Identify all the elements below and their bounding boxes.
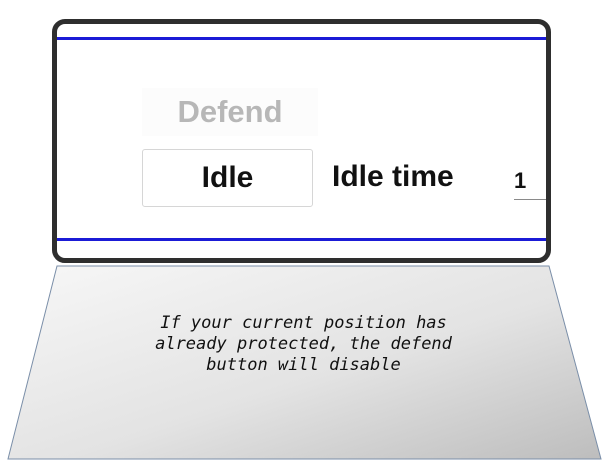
idle-button-label: Idle bbox=[201, 161, 254, 194]
panel-bottom-divider bbox=[57, 238, 546, 241]
stage: Defend Idle Idle time If your current po… bbox=[0, 0, 607, 469]
idle-time-label: Idle time bbox=[332, 160, 454, 193]
tooltip-line: already protected, the defend bbox=[155, 334, 452, 354]
tooltip-message: If your current position has already pro… bbox=[60, 313, 547, 376]
idle-button[interactable]: Idle bbox=[142, 149, 313, 207]
defend-button-label: Defend bbox=[177, 94, 283, 129]
tooltip-line: button will disable bbox=[206, 355, 401, 375]
control-panel: Defend Idle Idle time bbox=[52, 19, 551, 263]
idle-time-input[interactable] bbox=[514, 162, 546, 200]
tooltip-line: If your current position has bbox=[160, 313, 447, 333]
defend-button[interactable]: Defend bbox=[142, 88, 318, 136]
panel-top-divider bbox=[57, 37, 546, 40]
tooltip-card: If your current position has already pro… bbox=[0, 265, 607, 469]
